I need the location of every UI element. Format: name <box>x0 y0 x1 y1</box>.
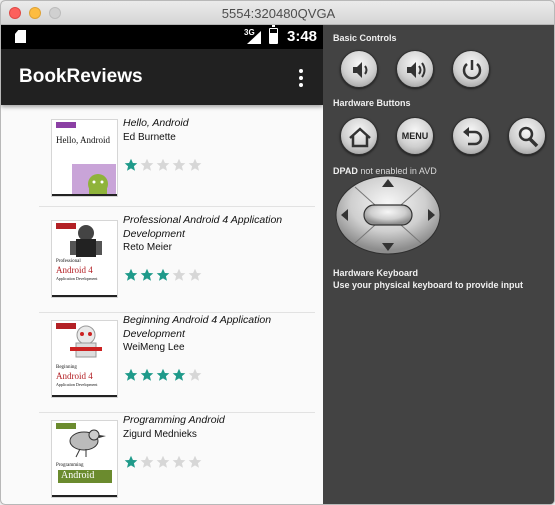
network-type-label: 3G <box>244 28 255 37</box>
book-cover-image: Hello, Android <box>51 119 118 197</box>
book-list-item[interactable]: Beginning Android 4 Application Developmen… <box>39 312 315 413</box>
rating-bar <box>124 455 204 469</box>
star-filled-icon <box>124 268 138 281</box>
home-button[interactable] <box>340 117 378 155</box>
book-cover-image: Beginning Android 4 Application Developmen… <box>51 320 118 398</box>
star-filled-icon <box>124 368 138 381</box>
sd-card-icon <box>15 30 26 43</box>
menu-button-label: MENU <box>401 131 429 141</box>
volume-up-button[interactable] <box>396 50 434 88</box>
back-arrow-icon <box>463 127 483 146</box>
book-title: Professional Android 4 Application Devel… <box>123 214 283 240</box>
device-screen: 3G 3:48 BookReviews Hello, Android Hello,… <box>1 25 323 504</box>
emulator-controls-panel: Basic Controls Hardware Buttons MENU DPA… <box>323 25 554 504</box>
home-icon <box>349 127 371 148</box>
overflow-menu-icon[interactable] <box>295 69 307 87</box>
book-title: Beginning Android 4 Application Developm… <box>123 314 272 340</box>
volume-up-icon <box>407 62 426 78</box>
book-cover-image: Programming Android <box>51 420 118 498</box>
app-bar: BookReviews <box>1 49 323 105</box>
star-filled-icon <box>124 455 138 468</box>
rating-bar <box>124 268 204 282</box>
star-filled-icon <box>124 158 138 171</box>
book-author: Reto Meier <box>123 242 172 253</box>
star-empty-icon <box>156 455 170 468</box>
hardware-buttons-heading: Hardware Buttons <box>333 98 411 108</box>
star-filled-icon <box>172 368 186 381</box>
menu-button[interactable]: MENU <box>396 117 434 155</box>
window-title: 5554:320480QVGA <box>221 6 336 21</box>
book-author: Ed Burnette <box>123 132 176 143</box>
star-empty-icon <box>188 158 202 171</box>
book-author: Zigurd Mednieks <box>123 429 197 440</box>
battery-icon <box>269 25 278 44</box>
book-author: WeiMeng Lee <box>123 342 185 353</box>
star-empty-icon <box>140 158 154 171</box>
hardware-keyboard-hint: Use your physical keyboard to provide in… <box>333 280 524 290</box>
search-button[interactable] <box>508 117 546 155</box>
book-cover-image: Professional Android 4 Application Develop… <box>51 220 118 298</box>
book-list-item[interactable]: Hello, Android Hello, Android Ed Burnette <box>39 115 315 207</box>
hardware-keyboard-heading: Hardware Keyboard <box>333 268 419 278</box>
volume-down-button[interactable] <box>340 50 378 88</box>
star-empty-icon <box>172 158 186 171</box>
star-empty-icon <box>188 455 202 468</box>
status-clock: 3:48 <box>287 28 318 45</box>
star-empty-icon <box>140 455 154 468</box>
title-bar: 5554:320480QVGA <box>1 1 554 25</box>
star-empty-icon <box>172 455 186 468</box>
back-button[interactable] <box>452 117 490 155</box>
rating-bar <box>124 158 204 172</box>
book-title: Programming Android <box>123 414 225 426</box>
star-filled-icon <box>140 368 154 381</box>
book-title: Hello, Android <box>123 117 189 129</box>
star-filled-icon <box>140 268 154 281</box>
rating-bar <box>124 368 204 382</box>
app-title: BookReviews <box>19 66 143 87</box>
power-button[interactable] <box>452 50 490 88</box>
search-icon <box>518 126 539 148</box>
star-filled-icon <box>156 268 170 281</box>
emulator-window: 5554:320480QVGA 3G 3:48 BookReviews Hell… <box>0 0 555 505</box>
status-bar: 3G 3:48 <box>1 25 323 49</box>
volume-down-icon <box>353 62 368 78</box>
dpad-control[interactable] <box>335 175 441 255</box>
star-filled-icon <box>156 368 170 381</box>
star-empty-icon <box>188 368 202 381</box>
star-empty-icon <box>156 158 170 171</box>
basic-controls-heading: Basic Controls <box>333 33 397 43</box>
star-empty-icon <box>172 268 186 281</box>
book-list-item[interactable]: Programming Android Programming Android Zig… <box>39 412 315 504</box>
star-empty-icon <box>188 268 202 281</box>
dpad-center-button <box>363 204 413 226</box>
power-icon <box>462 60 482 80</box>
book-list-item[interactable]: Professional Android 4 Application Develop… <box>39 212 315 313</box>
